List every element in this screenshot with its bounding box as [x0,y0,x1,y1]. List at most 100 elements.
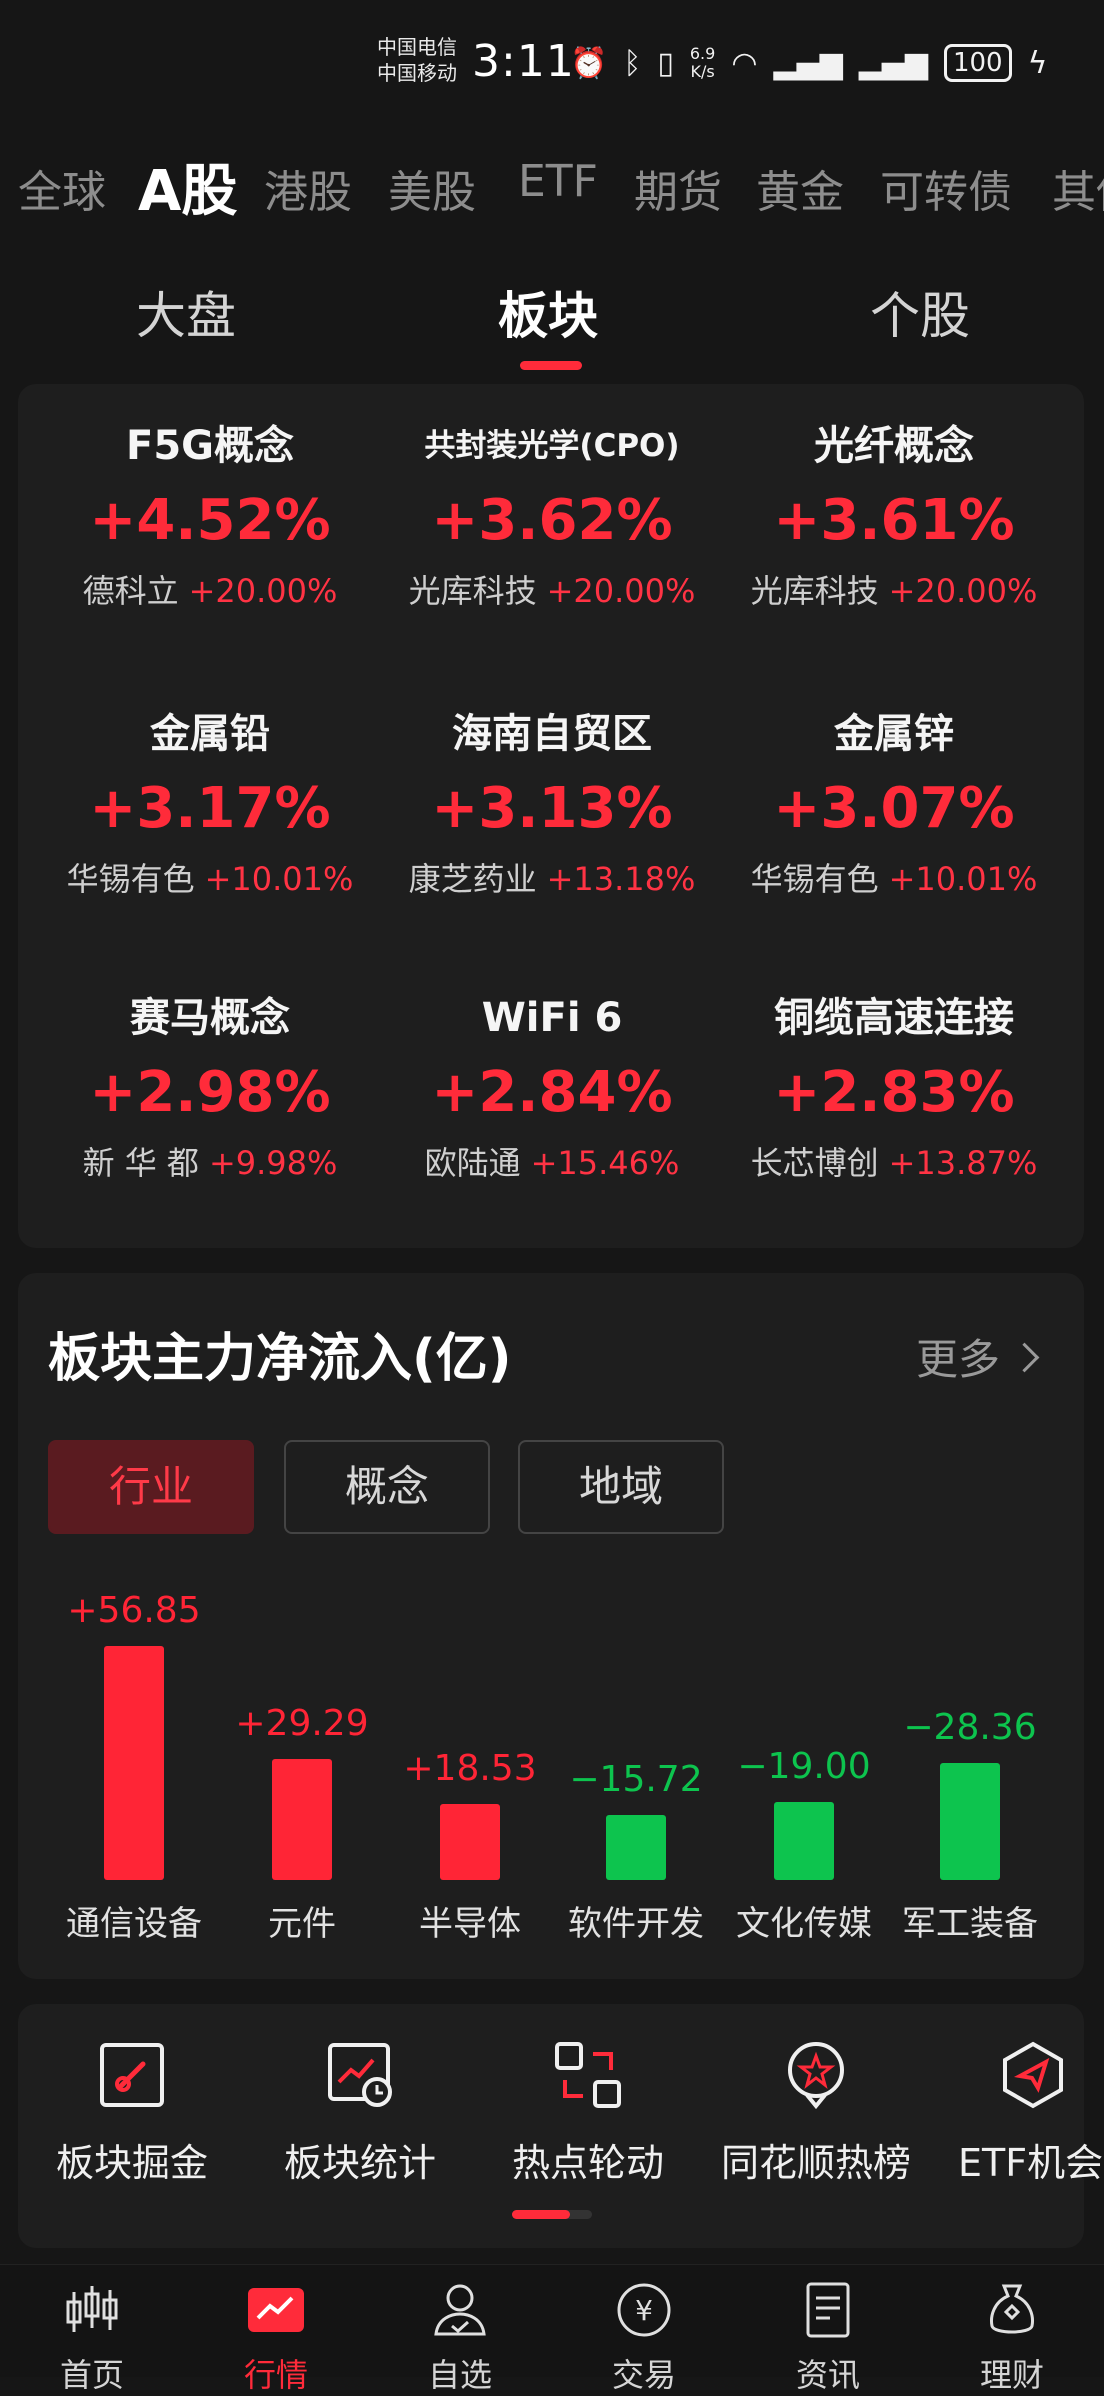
nav-wealth[interactable]: 理财 [952,2282,1072,2396]
bar [606,1815,666,1880]
leader-name: 光库科技 [750,572,879,610]
nav-trade[interactable]: ¥ 交易 [584,2282,704,2396]
bar [440,1803,500,1880]
bar-value-label: −15.72 [569,1759,703,1801]
market-tabs: 全球 A股 港股 美股 ETF 期货 黄金 可转债 其他 [0,150,1104,224]
bar-value-label: −28.36 [903,1707,1037,1749]
battery-indicator: 100 [943,44,1012,82]
leader-change: +10.01% [888,860,1038,898]
leader-name: 德科立 [82,572,179,610]
sector-name: 海南自贸区 [452,711,652,757]
tab-etf[interactable]: ETF [518,156,598,207]
signal-5g-icon: ▂▄▆ [858,45,928,81]
charging-icon: ϟ [1027,45,1048,81]
tab-futures[interactable]: 期货 [634,156,722,220]
tool-etf-opportunity[interactable]: ETF机会 [934,2040,1104,2187]
bar-value-label: +56.85 [67,1589,201,1631]
sector-change: +3.17% [89,776,331,841]
clock: 3:11 [472,36,575,87]
yen-coin-icon: ¥ [617,2283,671,2337]
sector-leader: 光库科技 +20.00% [724,566,1064,612]
sector-name: 光纤概念 [814,423,974,469]
market-chart-icon [248,2288,304,2332]
tab-gold[interactable]: 黄金 [756,156,844,220]
carrier-info: 中国电信 中国移动 [377,34,457,86]
leader-change: +13.18% [546,860,696,898]
more-link[interactable]: 更多 [916,1326,1040,1387]
bottom-nav [0,2264,1104,2377]
status-bar: 中国电信 中国移动 3:11 ⏰ ᛒ ▯ 6.9 K/s ◠ ▂▄▆ ▂▄▆ 1… [0,0,1104,140]
tab-region[interactable]: 地域 [518,1440,724,1534]
sector-leader: 新 华 都 +9.98% [40,1138,380,1184]
tool-label: 板块统计 [283,2141,436,2185]
leader-name: 光库科技 [408,572,537,610]
carrier-2: 中国移动 [377,61,457,85]
sector-change: +3.61% [773,488,1015,553]
more-label: 更多 [916,1335,1001,1384]
nav-news[interactable]: 资讯 [768,2282,888,2396]
bar-category-label: 军工装备 [902,1904,1038,1944]
tools-scroll-indicator [512,2210,592,2219]
person-check-icon [434,2284,486,2336]
signal-4g-icon: ▂▄▆ [773,45,843,81]
hot-list-icon [788,2042,844,2110]
bluetooth-icon: ᛒ [623,45,642,81]
network-speed: 6.9 K/s [689,44,716,81]
bar [104,1645,164,1880]
sector-cell[interactable]: 金属铅 +3.17% 华锡有色 +10.01% [40,706,380,900]
tool-label: 板块掘金 [55,2141,208,2185]
status-icons: ⏰ ᛒ ▯ 6.9 K/s ◠ ▂▄▆ ▂▄▆ 100 ϟ [570,44,1047,82]
bar-value-label: −19.00 [737,1745,871,1787]
sector-cell[interactable]: WiFi 6 +2.84% 欧陆通 +15.46% [382,990,722,1184]
sector-stats-icon [328,2043,392,2107]
sector-cell[interactable]: 共封装光学(CPO) +3.62% 光库科技 +20.00% [382,418,722,612]
tab-stocks[interactable]: 个股 [870,276,970,348]
sector-cell[interactable]: 光纤概念 +3.61% 光库科技 +20.00% [724,418,1064,612]
tab-global[interactable]: 全球 [18,156,106,220]
sector-cell[interactable]: 金属锌 +3.07% 华锡有色 +10.01% [724,706,1064,900]
sector-cell[interactable]: 铜缆高速连接 +2.83% 长芯博创 +13.87% [724,990,1064,1184]
sector-cell[interactable]: F5G概念 +4.52% 德科立 +20.00% [40,418,380,612]
tool-hotspot-rotation[interactable]: 热点轮动 [478,2040,698,2187]
leader-change: +20.00% [188,572,338,610]
tab-industry[interactable]: 行业 [48,1440,254,1534]
sector-cell[interactable]: 海南自贸区 +3.13% 康芝药业 +13.18% [382,706,722,900]
tab-hk-stocks[interactable]: 港股 [264,156,352,220]
nav-home[interactable]: 首页 [32,2282,152,2396]
nav-watchlist[interactable]: 自选 [400,2282,520,2396]
tab-other[interactable]: 其他 [1052,156,1104,220]
tool-hot-list[interactable]: 同花顺热榜 [706,2040,926,2187]
wifi-icon: ◠ [731,45,758,81]
tab-a-shares[interactable]: A股 [138,150,237,224]
sector-name: F5G概念 [126,423,294,469]
tab-us-stocks[interactable]: 美股 [388,156,476,220]
sector-name: WiFi 6 [481,995,623,1041]
sector-name: 金属锌 [834,711,954,757]
sector-change: +2.98% [89,1060,331,1125]
tool-sector-stats[interactable]: 板块统计 [250,2040,470,2187]
bar-value-label: +29.29 [235,1703,369,1745]
leader-name: 康芝药业 [408,860,537,898]
bar-category-label: 软件开发 [568,1904,704,1944]
tab-sectors[interactable]: 板块 [498,276,598,348]
nav-market[interactable]: 行情 [216,2282,336,2396]
svg-text:¥: ¥ [635,2294,653,2327]
nav-label: 理财 [979,2356,1044,2394]
sector-cell[interactable]: 赛马概念 +2.98% 新 华 都 +9.98% [40,990,380,1184]
tool-label: ETF机会 [958,2141,1104,2185]
leader-name: 华锡有色 [66,860,195,898]
tab-convertible-bonds[interactable]: 可转债 [880,156,1012,220]
leader-change: +20.00% [888,572,1038,610]
tab-market-overview[interactable]: 大盘 [136,276,236,348]
tab-concept[interactable]: 概念 [284,1440,490,1534]
money-bag-icon [990,2284,1034,2334]
tool-label: 热点轮动 [511,2141,664,2185]
bar-category-label: 元件 [268,1904,336,1944]
sector-leader: 光库科技 +20.00% [382,566,722,612]
leader-change: +15.46% [530,1144,680,1182]
sector-leader: 康芝药业 +13.18% [382,854,722,900]
sector-change: +3.62% [431,488,673,553]
hotspot-rotation-icon [555,2042,621,2108]
bar-category-label: 通信设备 [66,1904,202,1944]
tool-sector-dig[interactable]: 板块掘金 [22,2040,242,2187]
